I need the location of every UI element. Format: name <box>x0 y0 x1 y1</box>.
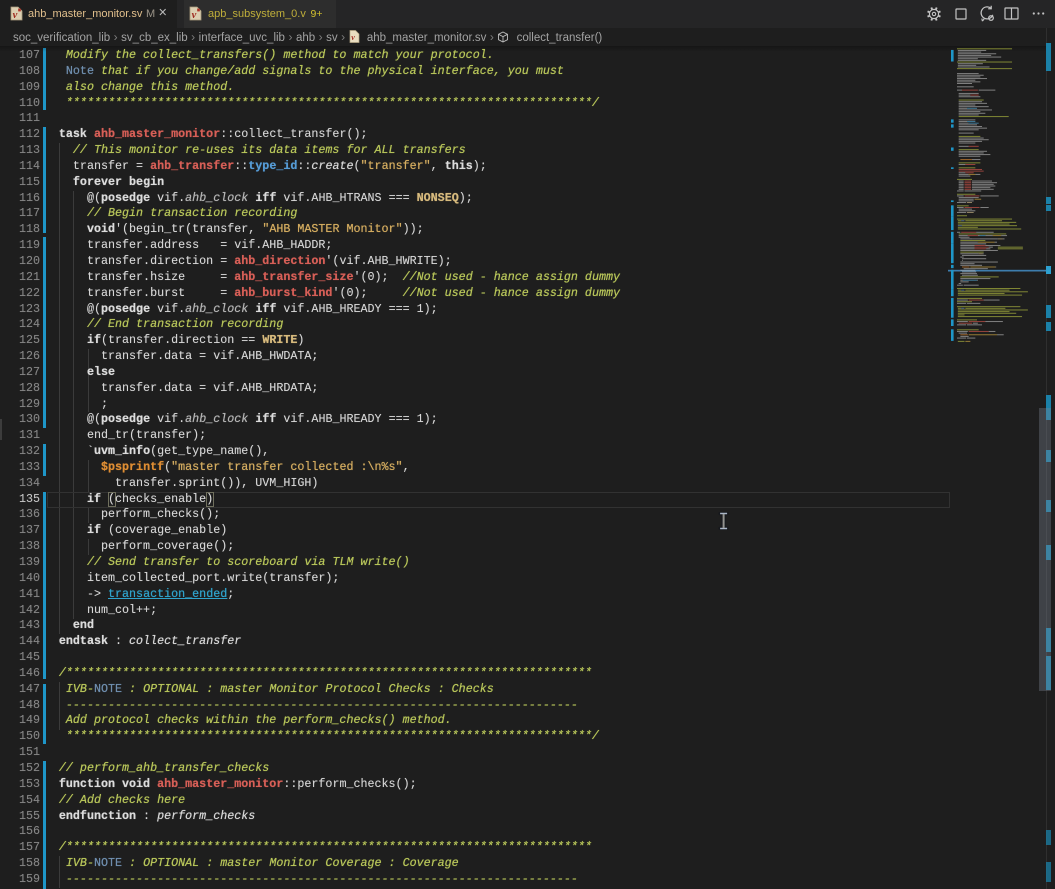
svg-text:v: v <box>351 33 355 42</box>
svg-text:v: v <box>192 10 197 21</box>
svg-text:v: v <box>13 10 18 21</box>
